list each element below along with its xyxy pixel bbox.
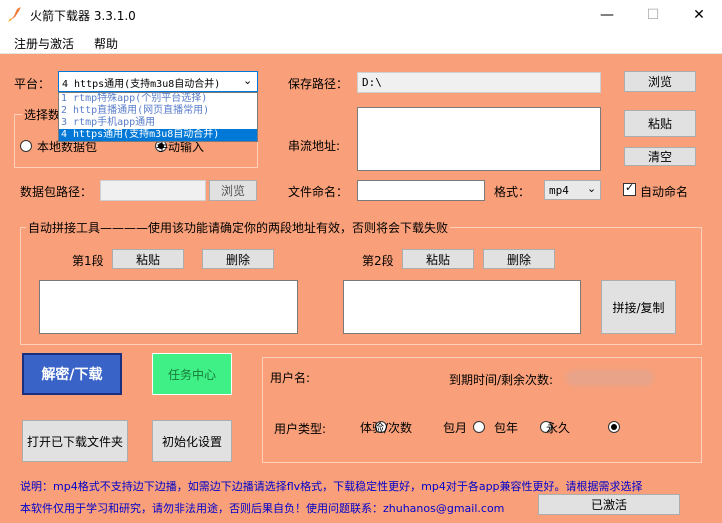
radio-yearly-label: 包年 [494, 421, 519, 435]
segment2-paste-button[interactable]: 粘贴 [402, 249, 474, 269]
expire-value-redacted [566, 370, 654, 386]
init-settings-button[interactable]: 初始化设置 [152, 420, 232, 462]
segment1-delete-button[interactable]: 删除 [202, 249, 274, 269]
select-source-legend: 选择数 [22, 106, 63, 123]
save-path-field[interactable]: D:\ [357, 72, 601, 93]
platform-select[interactable]: 4 https通用(支持m3u8自动合并) ⌄ [58, 71, 258, 92]
stitch-copy-button[interactable]: 拼接/复制 [601, 280, 676, 334]
platform-selected: 4 https通用(支持m3u8自动合并) [62, 79, 221, 90]
format-selected: mp4 [549, 184, 569, 197]
auto-name-checkbox[interactable]: ✓ [623, 181, 636, 196]
format-label: 格式： [494, 185, 531, 199]
chevron-down-icon: ⌄ [587, 182, 597, 195]
datapack-path-field[interactable] [100, 180, 206, 201]
platform-option-1[interactable]: 1 rtmp特殊app(个别平台选择) [59, 93, 257, 105]
task-center-button[interactable]: 任务中心 [152, 353, 232, 395]
radio-trial-label: 体验/次数 [360, 421, 413, 435]
close-button[interactable]: ✕ [676, 0, 722, 30]
platform-option-4[interactable]: 4 https通用(支持m3u8自动合并) [59, 129, 257, 141]
menu-bar: 注册与激活 帮助 [0, 30, 722, 54]
platform-dropdown-list: 1 rtmp特殊app(个别平台选择) 2 http直播通用(网页直播常用) 3… [58, 92, 258, 142]
stream-label: 串流地址: [288, 139, 341, 153]
stitch-legend: 自动拼接工具————使用该功能请确定你的两段地址有效，否则将会下载失败 [26, 219, 451, 236]
menu-help[interactable]: 帮助 [94, 35, 118, 52]
maximize-button[interactable]: ☐ [630, 0, 676, 30]
save-path-browse-button[interactable]: 浏览 [624, 71, 696, 92]
radio-monthly-label: 包月 [443, 421, 468, 435]
username-label: 用户名: [270, 371, 311, 385]
filename-input[interactable] [357, 180, 485, 201]
platform-option-2[interactable]: 2 http直播通用(网页直播常用) [59, 105, 257, 117]
auto-name-label: 自动命名 [640, 185, 689, 199]
platform-option-3[interactable]: 3 rtmp手机app通用 [59, 117, 257, 129]
open-download-folder-button[interactable]: 打开已下载文件夹 [22, 420, 128, 462]
datapack-label: 数据包路径： [20, 185, 93, 199]
radio-permanent-label: 永久 [546, 421, 571, 435]
menu-register[interactable]: 注册与激活 [14, 35, 74, 52]
stream-clear-button[interactable]: 清空 [624, 147, 696, 166]
filename-label: 文件命名： [288, 185, 349, 199]
segment2-label: 第2段 [362, 254, 394, 268]
activated-button[interactable]: 已激活 [538, 494, 680, 515]
platform-label: 平台： [14, 77, 51, 91]
checkmark-icon: ✓ [625, 181, 635, 194]
segment1-label: 第1段 [72, 254, 104, 268]
note-line-1: 说明：mp4格式不支持边下边播，如需边下边播请选择flv格式，下载稳定性更好，m… [20, 480, 643, 493]
minimize-button[interactable]: — [584, 0, 630, 30]
window-title: 火箭下载器 3.3.1.0 [30, 9, 136, 23]
decrypt-download-button[interactable]: 解密/下载 [22, 353, 122, 395]
title-bar: 火箭下载器 3.3.1.0 — ☐ ✕ [0, 0, 722, 30]
save-path-label: 保存路径： [288, 77, 349, 91]
datapack-browse-button[interactable]: 浏览 [209, 180, 257, 201]
note-line-2: 本软件仅用于学习和研究，请勿非法用途，否则后果自负！使用问题联系：zhuhano… [20, 502, 505, 515]
stream-paste-button[interactable]: 粘贴 [624, 110, 696, 137]
segment1-paste-button[interactable]: 粘贴 [112, 249, 184, 269]
stream-address-input[interactable] [357, 107, 601, 171]
radio-local-datapack[interactable] [20, 140, 32, 152]
rocket-icon [8, 7, 21, 22]
expire-label: 到期时间/剩余次数: [449, 373, 554, 387]
segment1-input[interactable] [39, 280, 298, 334]
chevron-down-icon: ⌄ [243, 74, 253, 87]
segment2-delete-button[interactable]: 删除 [483, 249, 555, 269]
format-select[interactable]: mp4 ⌄ [544, 180, 601, 200]
segment2-input[interactable] [343, 280, 581, 334]
user-type-label: 用户类型: [274, 422, 327, 436]
